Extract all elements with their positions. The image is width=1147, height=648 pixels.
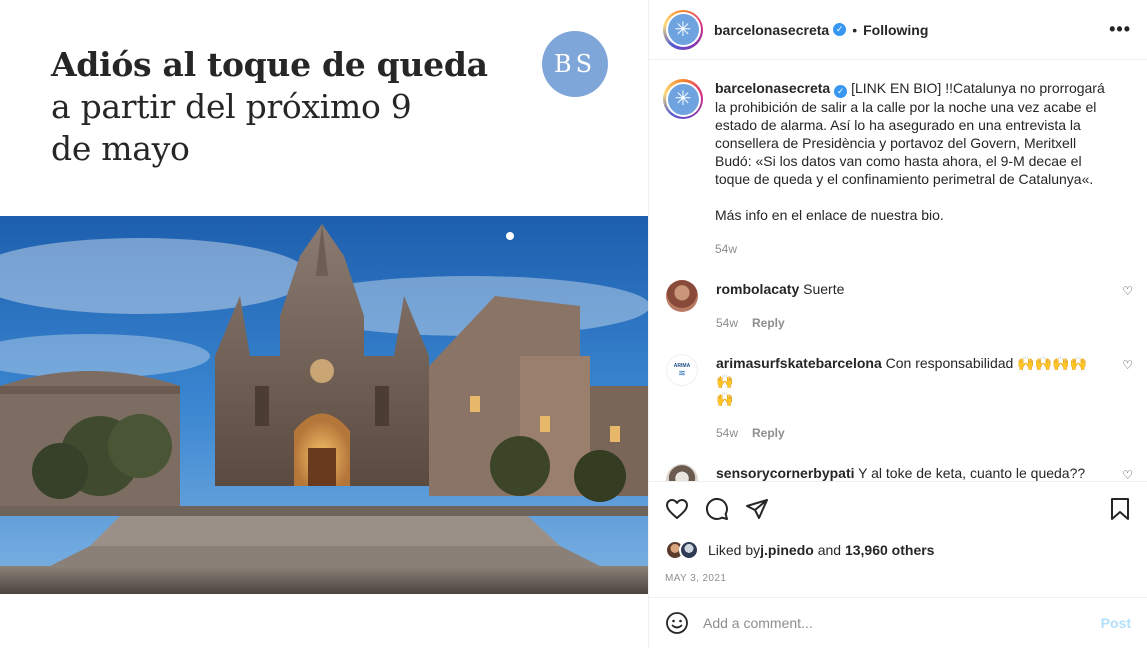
like-comment-heart-icon[interactable]: ♡ (1122, 358, 1133, 372)
commenter-avatar[interactable] (666, 464, 698, 481)
add-comment-bar: Post (649, 597, 1147, 648)
comment-item: rombolacaty Suerte 54w Reply ♡ (663, 280, 1133, 332)
asterisk-icon: ✳ (667, 14, 699, 45)
post-panel: ✳ barcelonasecreta ✓ • Following ••• ✳ b… (648, 0, 1147, 648)
post-headline: Adiós al toque de queda a partir del pró… (51, 44, 488, 170)
post-comment-button[interactable]: Post (1101, 615, 1131, 631)
comments-list[interactable]: ✳ barcelonasecreta ✓ [LINK EN BIO] !!Cata… (649, 61, 1147, 481)
likes-count[interactable]: 13,960 others (845, 542, 935, 558)
caption-avatar[interactable]: ✳ (663, 79, 703, 119)
caption-more-info: Más info en el enlace de nuestra bio. (715, 207, 944, 223)
post-caption: ✳ barcelonasecreta ✓ [LINK EN BIO] !!Cata… (663, 79, 1131, 258)
liker-username[interactable]: j.pinedo (760, 542, 814, 558)
likes-middle: and (813, 542, 845, 558)
verified-badge-icon: ✓ (834, 85, 848, 98)
post-actions: Liked by j.pinedo and 13,960 others MAY … (649, 481, 1147, 584)
waves-icon: ≋ (678, 367, 686, 378)
like-comment-heart-icon[interactable]: ♡ (1122, 468, 1133, 481)
headline-line-2: a partir del próximo 9 (51, 87, 412, 126)
verified-badge-icon: ✓ (833, 23, 847, 36)
emoji-icon[interactable] (665, 611, 689, 635)
author-avatar[interactable]: ✳ (663, 9, 703, 50)
comment-time[interactable]: 54w (716, 424, 738, 442)
comment-text-continued: 🙌 (716, 391, 734, 407)
reply-button[interactable]: Reply (752, 314, 785, 332)
caption-text: [LINK EN BIO] !!Catalunya no prorrogará … (715, 80, 1105, 187)
comment-item: sensorycornerbypati Y al toke de keta, c… (663, 464, 1133, 481)
caption-username[interactable]: barcelonasecreta (715, 80, 830, 96)
separator: • (852, 21, 858, 38)
comment-text: Y al toke de keta, cuanto le queda?? (854, 465, 1086, 481)
comment-bubble-icon[interactable] (705, 497, 729, 521)
commenter-avatar[interactable] (666, 280, 698, 312)
commenter-avatar[interactable]: ARIMA ≋ (666, 354, 698, 386)
comment-time[interactable]: 54w (716, 314, 738, 332)
cathedral-photo (0, 216, 648, 594)
comment-item: ARIMA ≋ arimasurfskatebarcelona Con resp… (663, 354, 1133, 442)
headline-line-3: de mayo (51, 129, 190, 168)
liker-avatars[interactable] (665, 539, 703, 561)
commenter-username[interactable]: rombolacaty (716, 281, 799, 297)
more-options-icon[interactable]: ••• (1109, 19, 1131, 40)
bookmark-icon[interactable] (1109, 497, 1131, 521)
caption-time[interactable]: 54w (715, 240, 737, 258)
share-paper-plane-icon[interactable] (745, 497, 769, 521)
commenter-username[interactable]: arimasurfskatebarcelona (716, 355, 882, 371)
asterisk-icon: ✳ (667, 83, 699, 115)
following-button[interactable]: Following (863, 22, 928, 38)
likes-summary: Liked by j.pinedo and 13,960 others (665, 539, 1131, 561)
likes-prefix: Liked by (708, 542, 761, 558)
brand-logo: BS (542, 31, 608, 97)
like-heart-icon[interactable] (665, 497, 689, 521)
post-date[interactable]: MAY 3, 2021 (665, 573, 1131, 584)
like-comment-heart-icon[interactable]: ♡ (1122, 284, 1133, 298)
post-media[interactable]: Adiós al toque de queda a partir del pró… (0, 0, 648, 648)
author-username[interactable]: barcelonasecreta (714, 22, 829, 38)
commenter-username[interactable]: sensorycornerbypati (716, 465, 855, 481)
comment-input[interactable] (703, 615, 1101, 631)
post-header: ✳ barcelonasecreta ✓ • Following ••• (649, 0, 1147, 60)
reply-button[interactable]: Reply (752, 424, 785, 442)
comment-text: Suerte (799, 281, 845, 297)
headline-line-1: Adiós al toque de queda (51, 45, 488, 84)
